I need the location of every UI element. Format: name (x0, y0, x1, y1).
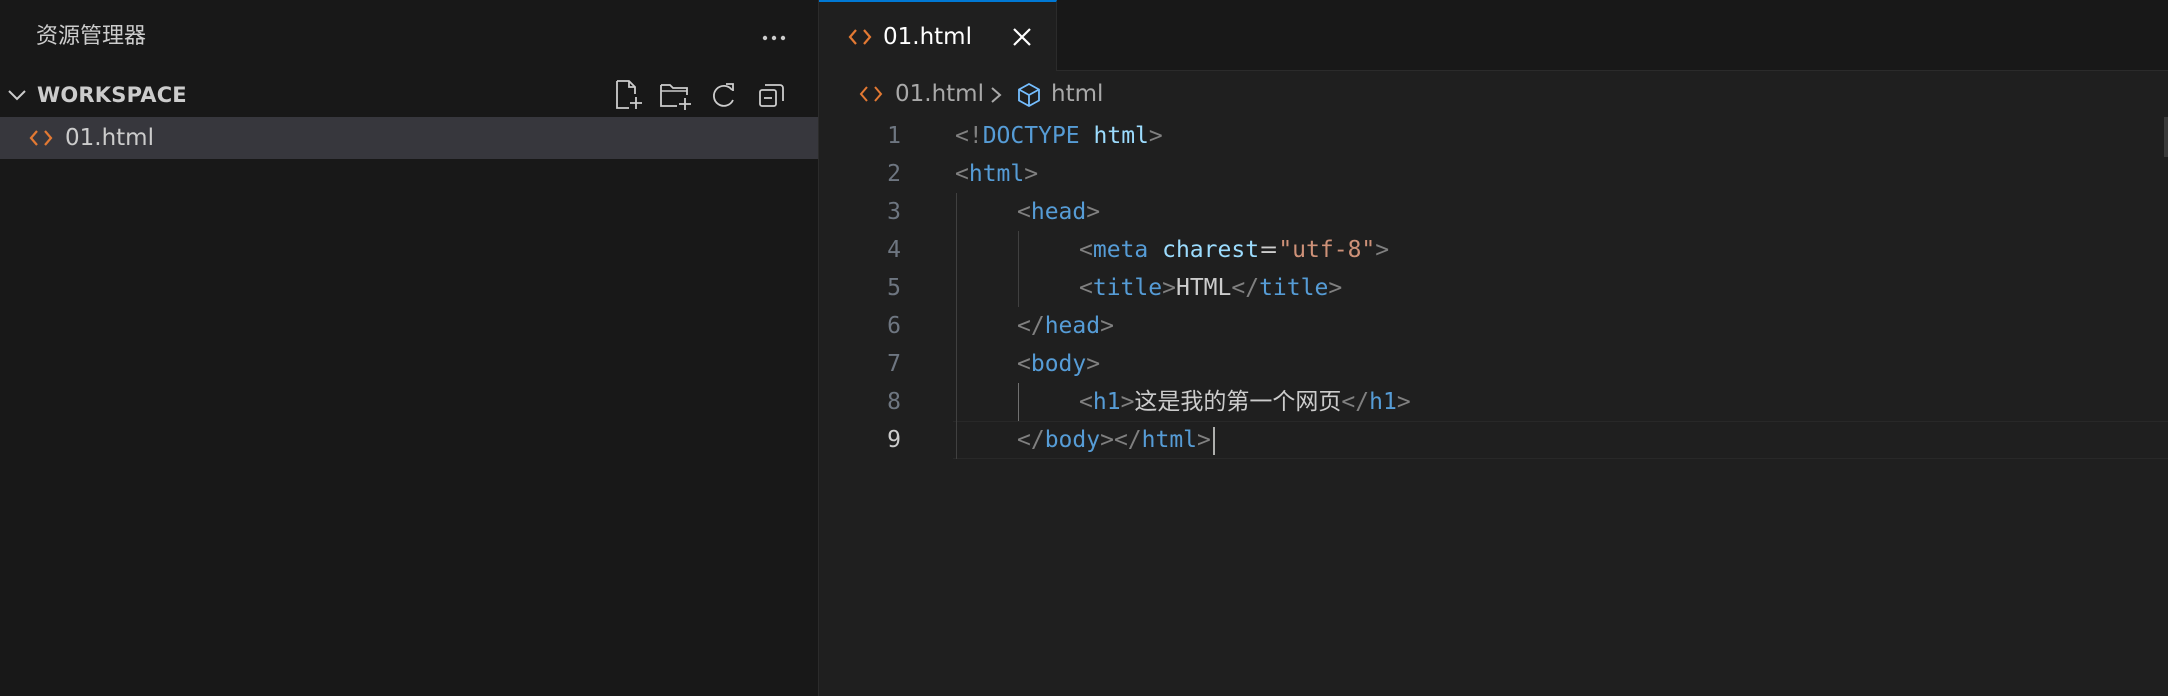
html-file-icon (848, 29, 872, 45)
code-line: <!DOCTYPE html> (955, 123, 1163, 149)
symbol-field-icon (1018, 82, 1040, 108)
explorer-title: 资源管理器 (36, 24, 147, 49)
close-icon[interactable] (1009, 24, 1035, 50)
tab-label: 01.html (883, 24, 972, 50)
new-folder-icon[interactable] (658, 78, 694, 112)
indent-guide (956, 421, 957, 459)
collapse-all-icon[interactable] (754, 78, 790, 112)
code-line: </head> (1017, 313, 1114, 339)
line-number: 7 (887, 351, 901, 377)
code-line: <title>HTML</title> (1079, 275, 1343, 301)
explorer-header: 资源管理器 (0, 0, 818, 76)
chevron-down-icon[interactable] (6, 84, 28, 106)
code-line: <h1>这是我的第一个网页</h1> (1079, 389, 1411, 415)
breadcrumb-symbol[interactable]: html (1051, 79, 1103, 109)
line-number-active: 9 (887, 427, 901, 453)
file-tree-item-label: 01.html (65, 125, 154, 151)
line-number: 2 (887, 161, 901, 187)
refresh-icon[interactable] (706, 78, 742, 112)
workspace-section-header[interactable]: WORKSPACE (0, 76, 818, 114)
tab-bar: 01.html (819, 0, 2168, 71)
editor-group: 01.html 01.html html 1 2 3 4 5 6 7 8 9 <… (819, 0, 2168, 696)
line-number: 3 (887, 199, 901, 225)
indent-guide (1018, 383, 1019, 421)
chevron-right-icon (991, 87, 1002, 103)
code-line: <meta charest="utf-8"> (1079, 237, 1390, 263)
html-file-icon (29, 130, 53, 146)
breadcrumb: 01.html html (819, 76, 2168, 114)
new-file-icon[interactable] (610, 78, 646, 112)
html-file-icon[interactable] (859, 84, 883, 104)
more-actions-icon[interactable] (756, 20, 792, 56)
code-editor[interactable]: 1 2 3 4 5 6 7 8 9 <!DOCTYPE html> <html>… (819, 117, 2168, 696)
line-number: 6 (887, 313, 901, 339)
indent-guide (1018, 231, 1019, 307)
indent-guide (956, 193, 957, 421)
code-line: <head> (1017, 199, 1101, 225)
line-number: 5 (887, 275, 901, 301)
code-line-active: </body></html> (1017, 421, 1215, 459)
workspace-section-title: WORKSPACE (37, 83, 187, 107)
code-line: <body> (1017, 351, 1101, 377)
text-cursor (1212, 426, 1215, 455)
file-tree-item[interactable]: 01.html (0, 117, 818, 159)
breadcrumb-file[interactable]: 01.html (895, 79, 984, 109)
line-number: 8 (887, 389, 901, 415)
code-line: <html> (955, 161, 1039, 187)
line-number: 1 (887, 123, 901, 149)
tab-01-html[interactable]: 01.html (819, 0, 1057, 71)
explorer-sidebar: 资源管理器 WORKSPACE 01.html (0, 0, 819, 696)
line-number: 4 (887, 237, 901, 263)
vscode-window: 资源管理器 WORKSPACE 01.html 01.html 01.html … (0, 0, 2168, 696)
